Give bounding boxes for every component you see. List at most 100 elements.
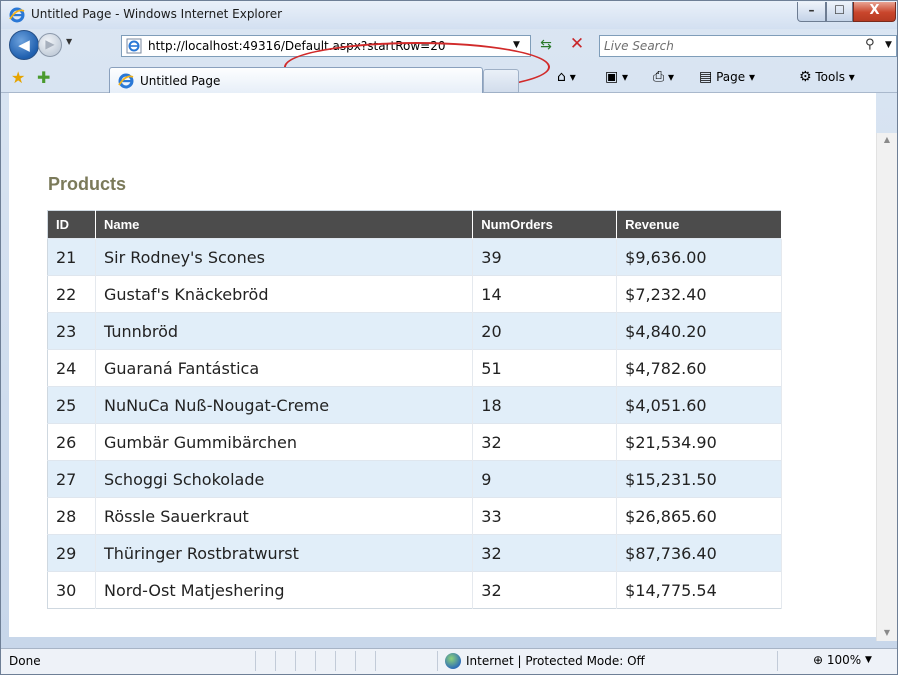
add-favorites-icon[interactable]: ✚ <box>37 68 50 87</box>
window-title: Untitled Page - Windows Internet Explore… <box>31 7 283 21</box>
page-icon <box>126 38 142 54</box>
table-row: 27 Schoggi Schokolade 9 $15,231.50 <box>47 460 782 498</box>
back-button[interactable]: ◀ <box>9 30 39 60</box>
cell-name: Schoggi Schokolade <box>95 460 474 498</box>
cell-numorders: 18 <box>472 386 618 424</box>
cell-revenue: $7,232.40 <box>616 275 782 313</box>
cell-revenue: $9,636.00 <box>616 238 782 276</box>
security-zone-text[interactable]: Internet | Protected Mode: Off <box>466 654 645 668</box>
cell-revenue: $4,782.60 <box>616 349 782 387</box>
scroll-up-icon[interactable]: ▲ <box>877 135 897 144</box>
feeds-icon[interactable]: ▣ ▾ <box>605 69 628 85</box>
cell-numorders: 33 <box>472 497 618 535</box>
refresh-icon[interactable]: ⇆ <box>535 37 557 55</box>
column-header-revenue: Revenue <box>616 210 782 239</box>
address-dropdown-icon[interactable]: ▼ <box>513 40 520 50</box>
stop-icon[interactable]: ✕ <box>567 34 587 56</box>
maximize-icon: ☐ <box>834 3 845 17</box>
search-options-dropdown-icon[interactable]: ▼ <box>885 40 892 50</box>
url-text[interactable]: http://localhost:49316/Default.aspx?star… <box>148 39 445 53</box>
cell-name: NuNuCa Nuß-Nougat-Creme <box>95 386 474 424</box>
cell-revenue: $15,231.50 <box>616 460 782 498</box>
cell-name: Guaraná Fantástica <box>95 349 474 387</box>
cell-name: Gumbär Gummibärchen <box>95 423 474 461</box>
search-box[interactable]: ⚲ ▼ <box>599 35 897 57</box>
cell-numorders: 51 <box>472 349 618 387</box>
cell-revenue: $87,736.40 <box>616 534 782 572</box>
table-row: 21 Sir Rodney's Scones 39 $9,636.00 <box>47 238 782 276</box>
cell-numorders: 39 <box>472 238 618 276</box>
new-tab-button[interactable] <box>483 69 519 93</box>
zoom-level[interactable]: ⊕ 100% <box>813 653 861 667</box>
cell-name: Nord-Ost Matjeshering <box>95 571 474 609</box>
recent-pages-dropdown-icon[interactable]: ▼ <box>66 37 72 46</box>
cell-name: Rössle Sauerkraut <box>95 497 474 535</box>
status-divider <box>437 651 438 671</box>
scroll-down-icon[interactable]: ▼ <box>877 628 897 637</box>
cell-revenue: $14,775.54 <box>616 571 782 609</box>
column-header-numorders: NumOrders <box>472 210 618 239</box>
zoom-value: 100% <box>826 653 862 667</box>
cell-name: Gustaf's Knäckebröd <box>95 275 474 313</box>
cell-id: 29 <box>47 534 96 572</box>
cell-numorders: 9 <box>472 460 618 498</box>
search-icon[interactable]: ⚲ <box>865 37 875 52</box>
status-divider <box>375 651 376 671</box>
maximize-button[interactable]: ☐ <box>826 2 853 22</box>
cell-id: 24 <box>47 349 96 387</box>
address-bar[interactable]: http://localhost:49316/Default.aspx?star… <box>121 35 531 57</box>
cell-id: 26 <box>47 423 96 461</box>
column-header-id: ID <box>47 210 96 239</box>
cell-name: Thüringer Rostbratwurst <box>95 534 474 572</box>
status-divider <box>355 651 356 671</box>
gear-icon: ⚙ <box>799 69 812 85</box>
cell-numorders: 32 <box>472 423 618 461</box>
status-divider <box>295 651 296 671</box>
vertical-scrollbar[interactable]: ▲ ▼ <box>876 133 897 641</box>
table-row: 25 NuNuCa Nuß-Nougat-Creme 18 $4,051.60 <box>47 386 782 424</box>
table-row: 22 Gustaf's Knäckebröd 14 $7,232.40 <box>47 275 782 313</box>
zoom-dropdown-icon[interactable]: ▼ <box>865 655 872 665</box>
close-icon: X <box>869 3 880 18</box>
cell-revenue: $26,865.60 <box>616 497 782 535</box>
cell-id: 21 <box>47 238 96 276</box>
cell-numorders: 14 <box>472 275 618 313</box>
search-input[interactable] <box>604 38 834 54</box>
home-icon[interactable]: ⌂ ▾ <box>557 69 576 85</box>
cell-numorders: 20 <box>472 312 618 350</box>
cell-revenue: $4,840.20 <box>616 312 782 350</box>
minimize-icon: – <box>808 3 815 17</box>
status-divider <box>255 651 256 671</box>
internet-zone-icon <box>445 653 461 669</box>
title-bar: Untitled Page - Windows Internet Explore… <box>1 1 897 29</box>
cell-id: 22 <box>47 275 96 313</box>
close-button[interactable]: X <box>853 2 896 22</box>
cell-id: 25 <box>47 386 96 424</box>
table-header-row: ID Name NumOrders Revenue <box>47 210 782 239</box>
favorites-star-icon[interactable]: ★ <box>11 68 25 87</box>
cell-id: 27 <box>47 460 96 498</box>
cell-name: Tunnbröd <box>95 312 474 350</box>
status-divider <box>275 651 276 671</box>
cell-revenue: $21,534.90 <box>616 423 782 461</box>
cell-revenue: $4,051.60 <box>616 386 782 424</box>
command-bar: ★ ✚ Untitled Page ⌂ ▾ ▣ ▾ ⎙ ▾ ▤ Page ▾ ⚙… <box>1 63 897 94</box>
navigation-bar: ◀ ▶ ▼ http://localhost:49316/Default.asp… <box>1 29 897 92</box>
tab-untitled-page[interactable]: Untitled Page <box>109 67 483 94</box>
minimize-button[interactable]: – <box>797 2 826 22</box>
ie-logo-icon <box>118 73 134 89</box>
table-row: 24 Guaraná Fantástica 51 $4,782.60 <box>47 349 782 387</box>
forward-button[interactable]: ▶ <box>38 33 62 57</box>
page-menu[interactable]: ▤ Page ▾ <box>699 69 755 85</box>
status-bar: Done Internet | Protected Mode: Off ⊕ 10… <box>1 648 897 674</box>
table-row: 26 Gumbär Gummibärchen 32 $21,534.90 <box>47 423 782 461</box>
table-row: 29 Thüringer Rostbratwurst 32 $87,736.40 <box>47 534 782 572</box>
table-row: 28 Rössle Sauerkraut 33 $26,865.60 <box>47 497 782 535</box>
tools-menu[interactable]: ⚙ Tools ▾ <box>799 69 855 85</box>
status-text: Done <box>9 654 41 668</box>
forward-arrow-icon: ▶ <box>45 37 55 51</box>
page-heading: Products <box>48 174 127 194</box>
print-icon[interactable]: ⎙ ▾ <box>653 69 674 85</box>
table-row: 23 Tunnbröd 20 $4,840.20 <box>47 312 782 350</box>
cell-id: 23 <box>47 312 96 350</box>
